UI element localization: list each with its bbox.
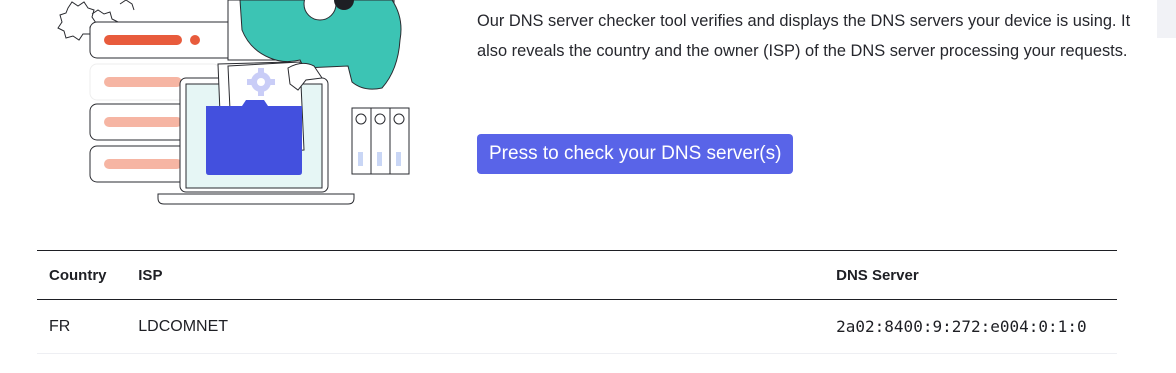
cell-dns-server: 2a02:8400:9:272:e004:0:1:0: [824, 299, 1117, 354]
dns-results-table: Country ISP DNS Server FR LDCOMNET 2a02:…: [37, 250, 1117, 354]
cell-isp: LDCOMNET: [126, 299, 825, 354]
table-header-row: Country ISP DNS Server: [37, 250, 1117, 300]
check-dns-servers-button[interactable]: Press to check your DNS server(s): [477, 134, 794, 174]
dns-checker-description: Our DNS server checker tool verifies and…: [477, 12, 1131, 60]
table-row: FR LDCOMNET 2a02:8400:9:272:e004:0:1:0: [37, 299, 1117, 354]
binder-files-illustration: [351, 107, 410, 175]
scroll-edge-panel: [1157, 0, 1176, 38]
column-header-country: Country: [37, 250, 127, 300]
cell-country: FR: [37, 299, 127, 354]
column-header-isp: ISP: [126, 250, 825, 300]
folder-icon: [206, 100, 302, 175]
dns-checker-illustration: [52, 0, 432, 215]
page: Our DNS server checker tool verifies and…: [0, 0, 1176, 373]
column-header-dns-server: DNS Server: [824, 250, 1117, 300]
